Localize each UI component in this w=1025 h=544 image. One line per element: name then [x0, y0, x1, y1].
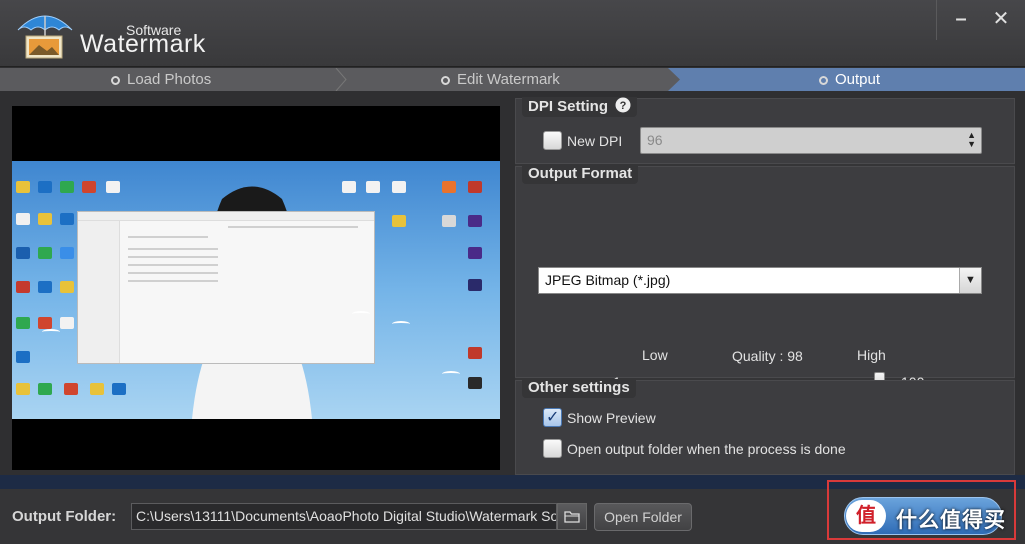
seagull	[42, 329, 60, 335]
help-icon[interactable]: ?	[615, 97, 631, 113]
show-preview-label: Show Preview	[567, 410, 656, 426]
desktop-icon	[38, 213, 52, 225]
dpi-setting-title: DPI Setting ?	[522, 97, 638, 117]
desktop-icon	[60, 213, 74, 225]
open-folder-when-done-checkbox[interactable]	[543, 439, 562, 458]
desktop-icon	[112, 383, 126, 395]
desktop-icon	[64, 383, 78, 395]
desktop-icon	[392, 215, 406, 227]
desktop-icon	[442, 181, 456, 193]
seagull	[392, 321, 410, 327]
desktop-icon	[468, 247, 482, 259]
step-edit-watermark[interactable]: Edit Watermark	[441, 68, 560, 91]
desktop-icon	[16, 351, 30, 363]
output-folder-path-field[interactable]: C:\Users\13111\Documents\AoaoPhoto Digit…	[131, 503, 557, 530]
show-preview-checkbox[interactable]	[543, 407, 562, 427]
desktop-icon	[38, 247, 52, 259]
desktop-icon	[468, 279, 482, 291]
output-folder-label: Output Folder:	[12, 508, 117, 525]
quality-low-label: Low	[642, 347, 668, 363]
desktop-icon	[38, 181, 52, 193]
step-load-photos[interactable]: Load Photos	[111, 68, 211, 91]
desktop-icon	[38, 317, 52, 329]
desktop-icon	[468, 347, 482, 359]
titlebar-divider	[936, 0, 937, 40]
desktop-icon	[38, 383, 52, 395]
format-selected: JPEG Bitmap (*.jpg)	[545, 272, 671, 288]
desktop-icon	[16, 247, 30, 259]
new-dpi-label: New DPI	[567, 133, 623, 149]
seagull	[352, 311, 370, 317]
desktop-icon	[468, 215, 482, 227]
title-bar: Software Watermark – ✕	[0, 0, 1025, 67]
radio-dot-icon	[819, 76, 828, 85]
output-format-group: Output Format JPEG Bitmap (*.jpg) ▼ Low Q…	[515, 165, 1015, 393]
svg-text:?: ?	[620, 100, 627, 112]
umbrella-photo-logo-icon	[17, 15, 73, 59]
desktop-icon	[16, 317, 30, 329]
dpi-setting-group: DPI Setting ? New DPI 96 ▲ ▼	[515, 97, 1015, 164]
preview-image	[12, 161, 500, 419]
desktop-icon	[468, 377, 482, 389]
other-settings-group: Other settings Show Preview Open output …	[515, 379, 1015, 475]
desktop-icon	[366, 181, 380, 193]
chevron-right-icon	[335, 68, 347, 91]
brand-title: Watermark	[80, 30, 206, 58]
step-label: Edit Watermark	[457, 71, 560, 88]
step-label: Output	[835, 71, 881, 88]
format-select[interactable]: JPEG Bitmap (*.jpg) ▼	[538, 267, 982, 294]
step-label: Load Photos	[127, 71, 212, 88]
quality-high-label: High	[857, 347, 886, 363]
close-button[interactable]: ✕	[986, 6, 1016, 32]
output-format-title: Output Format	[522, 165, 639, 184]
seagull	[442, 371, 460, 377]
other-settings-title: Other settings	[522, 379, 636, 398]
desktop-icon	[468, 181, 482, 193]
minimize-button[interactable]: –	[946, 6, 976, 32]
step-navigation: Load Photos Edit Watermark Output	[0, 68, 1025, 91]
open-folder-when-done-label: Open output folder when the process is d…	[567, 441, 846, 457]
desktop-icon	[392, 181, 406, 193]
desktop-icon	[90, 383, 104, 395]
settings-panel: DPI Setting ? New DPI 96 ▲ ▼ Output Format…	[515, 97, 1015, 475]
open-folder-button[interactable]: Open Folder	[594, 503, 692, 531]
desktop-icon	[106, 181, 120, 193]
dropdown-arrow-icon[interactable]: ▼	[959, 268, 981, 293]
dpi-setting-title-text: DPI Setting	[528, 98, 609, 115]
desktop-icon	[342, 181, 356, 193]
step-output[interactable]: Output	[819, 68, 880, 91]
desktop-icon	[60, 181, 74, 193]
desktop-icon	[60, 317, 74, 329]
folder-icon	[564, 511, 580, 523]
desktop-icon	[16, 383, 30, 395]
highlight-annotation-box	[827, 480, 1016, 540]
browse-folder-button[interactable]	[557, 503, 587, 530]
new-dpi-checkbox[interactable]	[543, 131, 562, 150]
dpi-spinbox[interactable]: 96 ▲ ▼	[640, 127, 982, 154]
preview-pane	[12, 106, 500, 470]
desktop-icon	[60, 281, 74, 293]
desktop-icon	[16, 281, 30, 293]
radio-dot-icon	[111, 76, 120, 85]
desktop-icon	[82, 181, 96, 193]
dpi-value: 96	[647, 132, 663, 148]
explorer-window-thumbnail	[77, 211, 375, 364]
spin-arrows-icon[interactable]: ▲ ▼	[967, 131, 976, 149]
desktop-icon	[38, 281, 52, 293]
desktop-icon	[16, 181, 30, 193]
radio-dot-icon	[441, 76, 450, 85]
quality-value-label: Quality : 98	[732, 348, 803, 364]
desktop-icon	[16, 213, 30, 225]
desktop-icon	[442, 215, 456, 227]
desktop-icon	[60, 247, 74, 259]
